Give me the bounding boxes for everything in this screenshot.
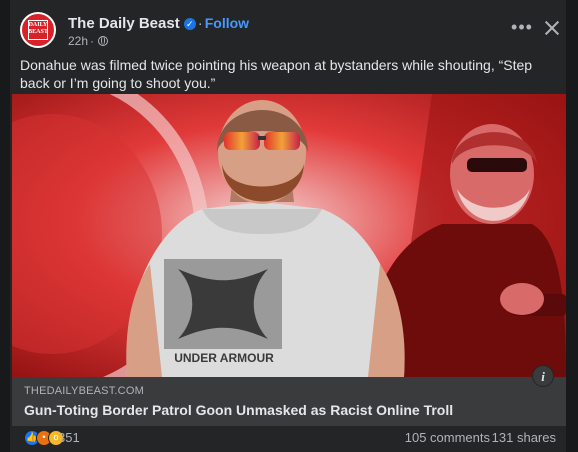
comments-count[interactable]: 105 comments xyxy=(405,430,490,445)
photo-illustration: UNDER ARMOUR xyxy=(12,94,566,377)
link-domain: THEDAILYBEAST.COM xyxy=(24,385,144,397)
page-name-line: The Daily Beast ✓ · Follow xyxy=(68,15,249,32)
post-photo[interactable]: UNDER ARMOUR xyxy=(12,94,566,377)
page-name[interactable]: The Daily Beast xyxy=(68,15,180,32)
follow-button[interactable]: Follow xyxy=(205,15,249,31)
reaction-count[interactable]: 351 xyxy=(58,430,80,445)
post-meta: 22h · xyxy=(68,34,109,48)
separator-dot: · xyxy=(90,34,95,48)
globe-icon[interactable] xyxy=(98,36,109,46)
post-header: DAILY BEAST The Daily Beast ✓ · Follow 22h ·… xyxy=(12,12,566,48)
link-headline[interactable]: Gun-Toting Border Patrol Goon Unmasked a… xyxy=(24,402,453,418)
more-options-icon[interactable]: ••• xyxy=(510,18,534,42)
shares-count[interactable]: 131 shares xyxy=(492,430,556,445)
page-avatar[interactable]: DAILY BEAST xyxy=(20,12,56,48)
post-footer: 👍 • o 351 105 comments 131 shares xyxy=(12,428,566,448)
close-icon[interactable] xyxy=(540,16,564,40)
post-time[interactable]: 22h xyxy=(68,34,88,48)
verified-badge-icon: ✓ xyxy=(183,18,196,30)
post-text: Donahue was filmed twice pointing his we… xyxy=(20,57,533,91)
info-icon[interactable]: i xyxy=(532,365,554,387)
shirt-text: UNDER ARMOUR xyxy=(174,351,274,365)
separator-dot: · xyxy=(197,15,203,32)
avatar-logo-text: DAILY BEAST xyxy=(28,22,48,35)
link-preview[interactable]: i THEDAILYBEAST.COM Gun-Toting Border Pa… xyxy=(12,365,566,426)
